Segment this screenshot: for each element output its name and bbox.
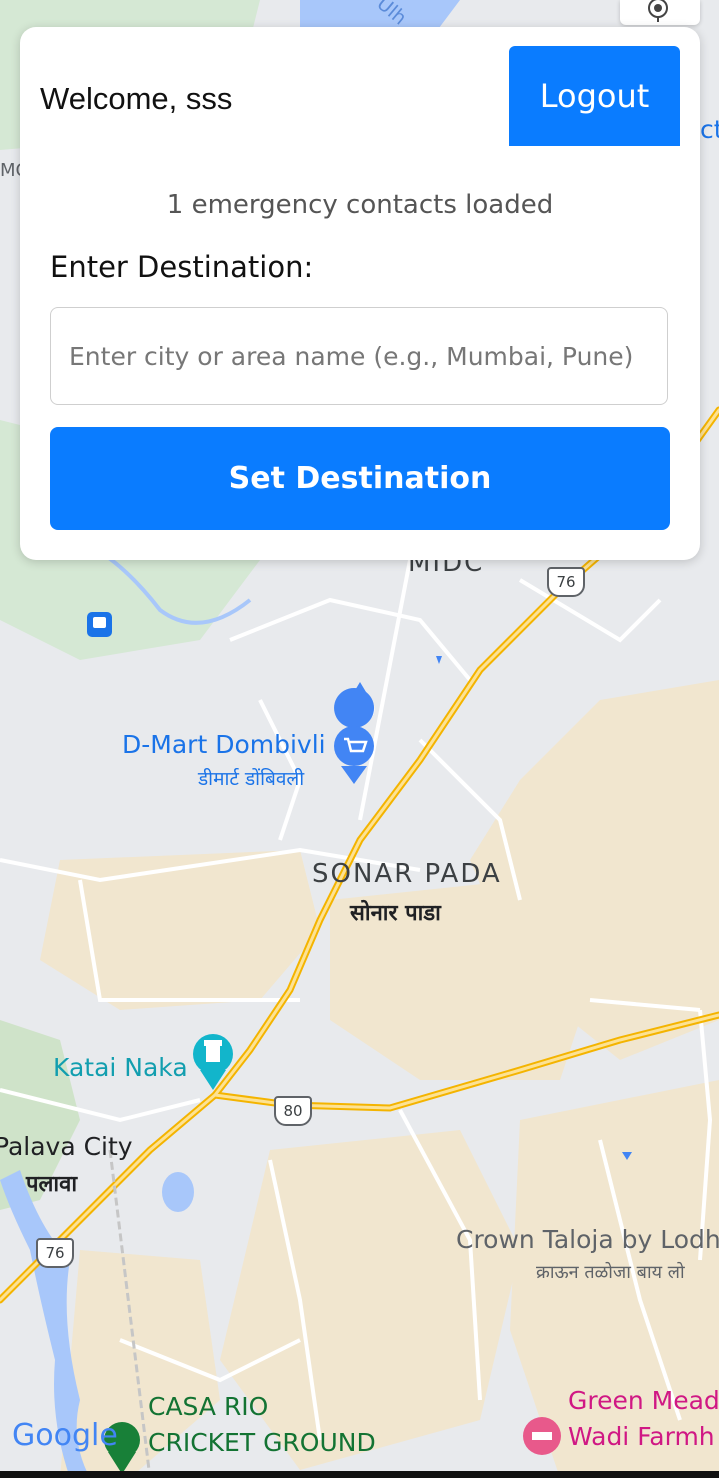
map-label-sonar-pada: SONAR PADA <box>312 859 502 889</box>
destination-label: Enter Destination: <box>50 250 314 284</box>
pond <box>162 1172 194 1212</box>
map-label-wadi-farmhouse[interactable]: Wadi Farmh <box>568 1422 715 1451</box>
welcome-text: Welcome, sss <box>40 81 233 116</box>
system-nav-bar <box>0 1471 719 1478</box>
set-destination-button[interactable]: Set Destination <box>50 427 670 530</box>
contacts-status: 1 emergency contacts loaded <box>166 190 554 220</box>
map-label-palava-hindi: पलावा <box>26 1172 78 1197</box>
map-label-casa-rio[interactable]: CASA RIO <box>148 1392 268 1421</box>
map-label-ct: ct <box>700 115 719 144</box>
map-label-katai-naka[interactable]: Katai Naka <box>53 1053 188 1082</box>
bed-pin-icon[interactable] <box>523 1417 561 1455</box>
map-label-cricket-ground[interactable]: CRICKET GROUND <box>148 1428 376 1457</box>
map-label-dmart[interactable]: D-Mart Dombivli <box>122 730 326 759</box>
google-attribution: Google <box>12 1418 118 1453</box>
map-label-crown-taloja-hindi: क्राऊन तळोजा बाय लो <box>536 1262 685 1283</box>
locate-button[interactable] <box>620 0 700 25</box>
highway-shield-76: 76 <box>547 567 585 597</box>
map-label-green-meadows[interactable]: Green Mead <box>568 1386 719 1415</box>
map-label-palava-city: Palava City <box>0 1132 133 1161</box>
logout-button[interactable]: Logout <box>509 46 680 146</box>
destination-input[interactable] <box>50 307 668 405</box>
map-label-sonar-pada-hindi: सोनार पाडा <box>350 901 441 926</box>
destination-card: Welcome, sss Logout 1 emergency contacts… <box>20 27 700 560</box>
highway-shield-76: 76 <box>36 1238 74 1268</box>
crosshair-icon <box>648 0 668 22</box>
map-label-dmart-hindi: डीमार्ट डोंबिवली <box>198 768 305 790</box>
map-label-crown-taloja: Crown Taloja by Lodh <box>456 1225 719 1254</box>
highway-shield-80: 80 <box>274 1096 312 1126</box>
